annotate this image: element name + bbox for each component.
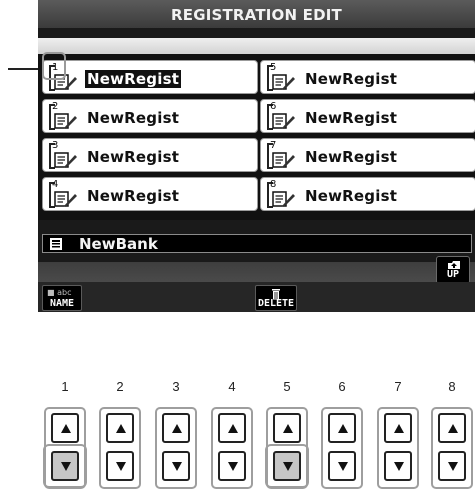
registration-item-2[interactable]: 2 NewRegist (42, 99, 258, 133)
button-number-8: 8 (448, 379, 456, 394)
registration-edit-icon (54, 152, 77, 168)
bank-name-bar[interactable]: NewBank (42, 234, 472, 253)
name-button[interactable]: ■ abc NAME (42, 285, 82, 311)
registration-edit-icon (54, 113, 77, 129)
registration-edit-icon (54, 191, 77, 207)
button-number-5: 5 (283, 379, 291, 394)
registration-item-1[interactable]: 1 NewRegist (42, 60, 258, 94)
down-button-2[interactable] (106, 451, 134, 481)
registration-name: NewRegist (87, 148, 180, 166)
delete-button-label: DELETE (257, 298, 295, 309)
up-label: UP (446, 269, 460, 280)
up-button-6[interactable] (328, 413, 356, 443)
down-button-7[interactable] (384, 451, 412, 481)
item-number: 4 (52, 179, 59, 190)
triangle-up-icon (283, 424, 293, 433)
callout-line (8, 68, 40, 70)
registration-name: NewRegist (305, 187, 398, 205)
triangle-up-icon (394, 424, 404, 433)
up-button[interactable]: UP (436, 256, 470, 284)
triangle-up-icon (228, 424, 238, 433)
up-button-8[interactable] (438, 413, 466, 443)
name-button-top-text: ■ abc (47, 288, 72, 297)
triangle-up-icon (116, 424, 126, 433)
button-number-4: 4 (228, 379, 236, 394)
registration-list: 1 NewRegist 2 NewRegist 3 NewRegist 4 Ne… (38, 54, 475, 220)
down-button-3[interactable] (162, 451, 190, 481)
registration-item-7[interactable]: 7 NewRegist (260, 138, 475, 172)
button-number-1: 1 (61, 379, 69, 394)
up-button-3[interactable] (162, 413, 190, 443)
bank-name: NewBank (79, 235, 158, 253)
registration-edit-icon (272, 113, 295, 129)
item-number: 2 (52, 101, 59, 112)
registration-name: NewRegist (305, 148, 398, 166)
cursor-highlight (42, 52, 66, 80)
registration-item-3[interactable]: 3 NewRegist (42, 138, 258, 172)
button-number-2: 2 (116, 379, 124, 394)
screen-title: REGISTRATION EDIT (38, 0, 475, 28)
up-button-5[interactable] (273, 413, 301, 443)
triangle-down-icon (448, 462, 458, 471)
name-button-label: NAME (49, 298, 75, 309)
up-button-4[interactable] (218, 413, 246, 443)
tab-strip (38, 38, 475, 54)
button-number-6: 6 (338, 379, 346, 394)
triangle-down-icon (338, 462, 348, 471)
registration-item-4[interactable]: 4 NewRegist (42, 177, 258, 211)
item-number: 8 (270, 179, 277, 190)
triangle-down-icon (228, 462, 238, 471)
registration-name: NewRegist (87, 109, 180, 127)
triangle-down-icon (116, 462, 126, 471)
registration-name: NewRegist (305, 109, 398, 127)
triangle-down-icon (172, 462, 182, 471)
button-number-3: 3 (172, 379, 180, 394)
triangle-up-icon (61, 424, 71, 433)
registration-name: NewRegist (305, 70, 398, 88)
registration-name: NewRegist (87, 187, 180, 205)
up-button-1[interactable] (51, 413, 79, 443)
lcd-screen: REGISTRATION EDIT 1 NewRegist 2 NewRegis… (38, 0, 475, 312)
function-bar: ■ abc NAME DELETE (38, 282, 475, 312)
bank-file-icon (50, 238, 62, 250)
registration-edit-icon (272, 74, 295, 90)
registration-edit-icon (272, 152, 295, 168)
highlight-ring-5 (265, 444, 309, 488)
triangle-up-icon (338, 424, 348, 433)
triangle-up-icon (448, 424, 458, 433)
item-number: 7 (270, 140, 277, 151)
down-button-6[interactable] (328, 451, 356, 481)
registration-item-6[interactable]: 6 NewRegist (260, 99, 475, 133)
registration-name: NewRegist (85, 70, 182, 88)
down-button-8[interactable] (438, 451, 466, 481)
registration-edit-icon (272, 191, 295, 207)
triangle-down-icon (394, 462, 404, 471)
item-number: 6 (270, 101, 277, 112)
registration-item-8[interactable]: 8 NewRegist (260, 177, 475, 211)
item-number: 3 (52, 140, 59, 151)
delete-button[interactable]: DELETE (255, 285, 297, 311)
bottom-strip (38, 262, 475, 282)
item-number: 5 (270, 62, 277, 73)
up-button-2[interactable] (106, 413, 134, 443)
highlight-ring-1 (43, 444, 87, 488)
registration-item-5[interactable]: 5 NewRegist (260, 60, 475, 94)
triangle-up-icon (172, 424, 182, 433)
button-number-7: 7 (394, 379, 402, 394)
up-button-7[interactable] (384, 413, 412, 443)
down-button-4[interactable] (218, 451, 246, 481)
